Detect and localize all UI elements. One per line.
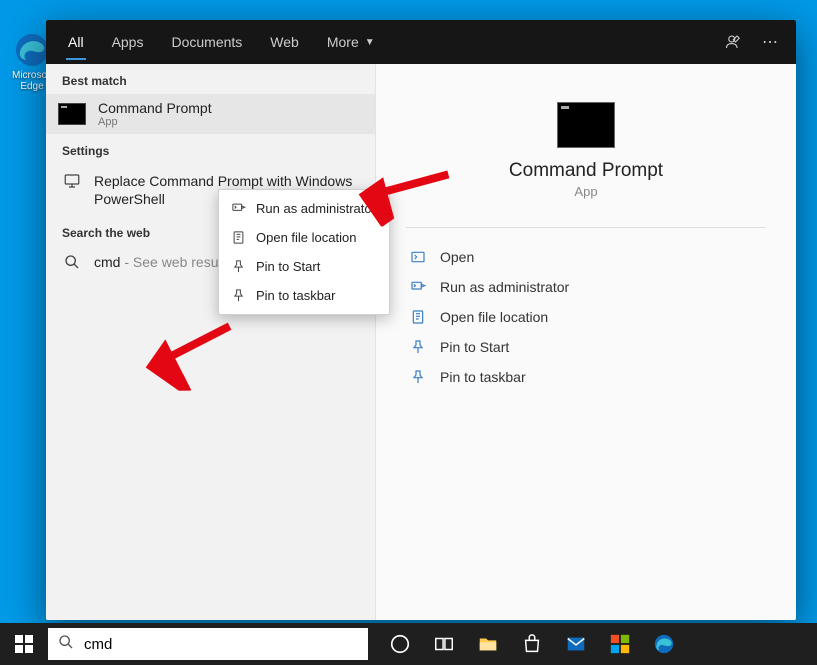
tab-apps[interactable]: Apps — [98, 20, 158, 64]
tab-more-label: More — [327, 34, 359, 50]
web-suffix: - See web results — [120, 254, 232, 270]
search-icon — [58, 634, 74, 655]
action-open[interactable]: Open — [406, 242, 766, 272]
action-label: Run as administrator — [440, 279, 569, 295]
taskbar-explorer-icon[interactable] — [466, 623, 510, 665]
start-button[interactable] — [0, 623, 48, 665]
result-command-prompt[interactable]: Command Prompt App — [46, 94, 375, 134]
taskbar-search-box[interactable] — [48, 628, 368, 660]
action-label: Open — [440, 249, 474, 265]
search-icon — [62, 254, 82, 270]
start-search-panel: All Apps Documents Web More ▼ ⋯ Best mat… — [46, 20, 796, 620]
taskbar-search-input[interactable] — [84, 636, 358, 653]
taskbar-cortana-icon[interactable] — [378, 623, 422, 665]
action-label: Pin to Start — [440, 339, 509, 355]
menu-label: Open file location — [256, 230, 356, 245]
menu-label: Pin to taskbar — [256, 288, 336, 303]
menu-label: Run as administrator — [256, 201, 376, 216]
taskbar — [0, 623, 817, 665]
taskbar-office-icon[interactable] — [598, 623, 642, 665]
search-tabs: All Apps Documents Web More ▼ ⋯ — [46, 20, 796, 64]
tab-web[interactable]: Web — [256, 20, 313, 64]
context-menu: Run as administrator Open file location … — [218, 189, 390, 315]
action-run-as-admin[interactable]: Run as administrator — [406, 272, 766, 302]
taskbar-mail-icon[interactable] — [554, 623, 598, 665]
preview-subtitle: App — [406, 184, 766, 199]
section-best-match: Best match — [46, 64, 375, 94]
cmd-thumb-icon — [58, 103, 86, 125]
preview-cmd-icon — [557, 102, 615, 148]
result-subtitle: App — [98, 116, 363, 128]
preview-title: Command Prompt — [406, 160, 766, 182]
menu-pin-to-taskbar[interactable]: Pin to taskbar — [219, 281, 389, 310]
feedback-icon[interactable] — [716, 24, 752, 60]
action-label: Open file location — [440, 309, 548, 325]
tab-all[interactable]: All — [54, 20, 98, 64]
section-settings: Settings — [46, 134, 375, 164]
tab-documents[interactable]: Documents — [157, 20, 256, 64]
result-title: Command Prompt — [98, 100, 363, 116]
taskbar-taskview-icon[interactable] — [422, 623, 466, 665]
menu-label: Pin to Start — [256, 259, 320, 274]
chevron-down-icon: ▼ — [365, 37, 375, 48]
preview-pane: Command Prompt App Open Run as administr… — [376, 64, 796, 620]
action-open-file-location[interactable]: Open file location — [406, 302, 766, 332]
taskbar-store-icon[interactable] — [510, 623, 554, 665]
divider — [406, 227, 766, 228]
tab-more[interactable]: More ▼ — [313, 20, 389, 64]
monitor-icon — [62, 172, 82, 190]
web-query: cmd — [94, 254, 120, 270]
action-label: Pin to taskbar — [440, 369, 526, 385]
action-pin-to-start[interactable]: Pin to Start — [406, 332, 766, 362]
menu-pin-to-start[interactable]: Pin to Start — [219, 252, 389, 281]
menu-open-file-location[interactable]: Open file location — [219, 223, 389, 252]
more-options-icon[interactable]: ⋯ — [752, 24, 788, 60]
edge-icon — [14, 32, 50, 68]
action-pin-to-taskbar[interactable]: Pin to taskbar — [406, 362, 766, 392]
taskbar-edge-icon[interactable] — [642, 623, 686, 665]
